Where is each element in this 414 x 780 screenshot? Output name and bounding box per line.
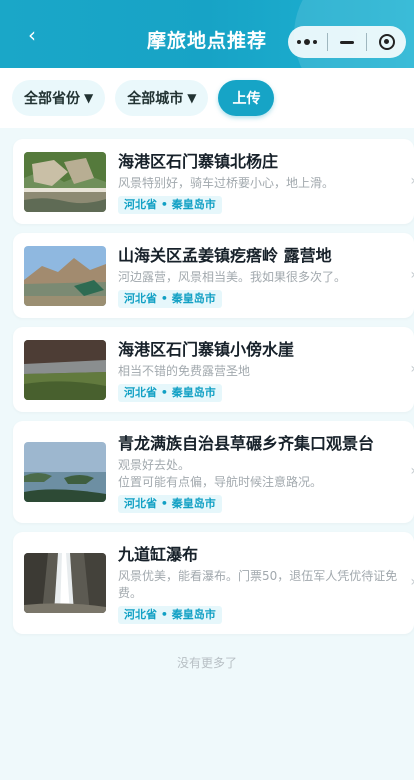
place-name: 九道缸瀑布 — [118, 545, 199, 564]
place-name: 山海关区孟姜镇疙瘩岭 露营地 — [118, 246, 332, 265]
place-card[interactable]: 青龙满族自治县草碾乡齐集口观景台 观景好去处。 位置可能有点偏，导航时候注意路况… — [13, 421, 414, 523]
location-tag: 河北省 • 秦皇岛市 — [118, 290, 222, 308]
place-description: 风景优美，能看瀑布。门票50，退伍军人凭优待证免费。 — [118, 569, 398, 600]
chevron-right-icon: › — [410, 361, 414, 377]
location-tag: 河北省 • 秦皇岛市 — [118, 196, 222, 214]
province-filter[interactable]: 全部省份 ▼ — [12, 80, 106, 116]
close-target-icon — [378, 34, 395, 50]
place-info: 九道缸瀑布 风景优美，能看瀑布。门票50，退伍军人凭优待证免费。 河北省 • 秦… — [118, 545, 414, 624]
place-thumbnail — [24, 553, 106, 613]
miniprogram-capsule — [288, 26, 406, 58]
place-info: 青龙满族自治县草碾乡齐集口观景台 观景好去处。 位置可能有点偏，导航时候注意路况… — [118, 434, 414, 513]
chevron-right-icon: › — [410, 574, 414, 590]
place-card[interactable]: 山海关区孟姜镇疙瘩岭 露营地 河边露营，风景相当美。我如果很多次了。 河北省 •… — [13, 233, 414, 318]
place-card[interactable]: 海港区石门寨镇小傍水崖 相当不错的免费露营圣地 河北省 • 秦皇岛市 › — [13, 327, 414, 412]
chevron-right-icon: › — [410, 463, 414, 479]
place-info: 海港区石门寨镇小傍水崖 相当不错的免费露营圣地 河北省 • 秦皇岛市 — [118, 340, 414, 402]
location-tag: 河北省 • 秦皇岛市 — [118, 495, 222, 513]
chevron-right-icon: › — [410, 173, 414, 189]
upload-button[interactable]: 上传 — [218, 80, 275, 116]
more-menu-button[interactable] — [288, 26, 327, 58]
place-info: 海港区石门寨镇北杨庄 风景特别好，骑车过桥要小心，地上滑。 河北省 • 秦皇岛市 — [118, 152, 414, 214]
dropdown-arrow-icon: ▼ — [84, 91, 94, 105]
location-tag: 河北省 • 秦皇岛市 — [118, 384, 222, 402]
location-tag: 河北省 • 秦皇岛市 — [118, 606, 222, 624]
no-more-text: 没有更多了 — [176, 656, 237, 670]
chevron-right-icon: › — [410, 267, 414, 283]
province-filter-label: 全部省份 — [24, 91, 80, 107]
minimize-icon — [340, 40, 354, 44]
filter-bar: 全部省份 ▼ 全部城市 ▼ 上传 — [0, 68, 414, 128]
place-name: 海港区石门寨镇北杨庄 — [118, 152, 279, 171]
place-name: 海港区石门寨镇小傍水崖 — [118, 340, 295, 359]
place-description: 河边露营，风景相当美。我如果很多次了。 — [118, 270, 347, 284]
place-thumbnail — [24, 152, 106, 212]
place-description: 风景特别好，骑车过桥要小心，地上滑。 — [118, 176, 335, 190]
place-list: 海港区石门寨镇北杨庄 风景特别好，骑车过桥要小心，地上滑。 河北省 • 秦皇岛市… — [13, 139, 414, 643]
dropdown-arrow-icon: ▼ — [187, 91, 197, 105]
minimize-button[interactable] — [328, 26, 367, 58]
place-name: 青龙满族自治县草碾乡齐集口观景台 — [118, 434, 375, 453]
place-card[interactable]: 海港区石门寨镇北杨庄 风景特别好，骑车过桥要小心，地上滑。 河北省 • 秦皇岛市… — [13, 139, 414, 224]
city-filter-label: 全部城市 — [127, 91, 184, 107]
nav-header: ‹ 摩旅地点推荐 — [0, 0, 414, 68]
more-icon — [297, 39, 318, 45]
place-thumbnail — [24, 246, 106, 306]
place-description: 相当不错的免费露营圣地 — [118, 364, 251, 378]
place-description: 观景好去处。 位置可能有点偏，导航时候注意路况。 — [118, 458, 323, 489]
close-miniprogram-button[interactable] — [367, 26, 406, 58]
place-info: 山海关区孟姜镇疙瘩岭 露营地 河边露营，风景相当美。我如果很多次了。 河北省 •… — [118, 246, 414, 308]
place-thumbnail — [24, 442, 106, 502]
place-card[interactable]: 九道缸瀑布 风景优美，能看瀑布。门票50，退伍军人凭优待证免费。 河北省 • 秦… — [13, 532, 414, 634]
place-thumbnail — [24, 340, 106, 400]
city-filter[interactable]: 全部城市 ▼ — [115, 80, 209, 116]
